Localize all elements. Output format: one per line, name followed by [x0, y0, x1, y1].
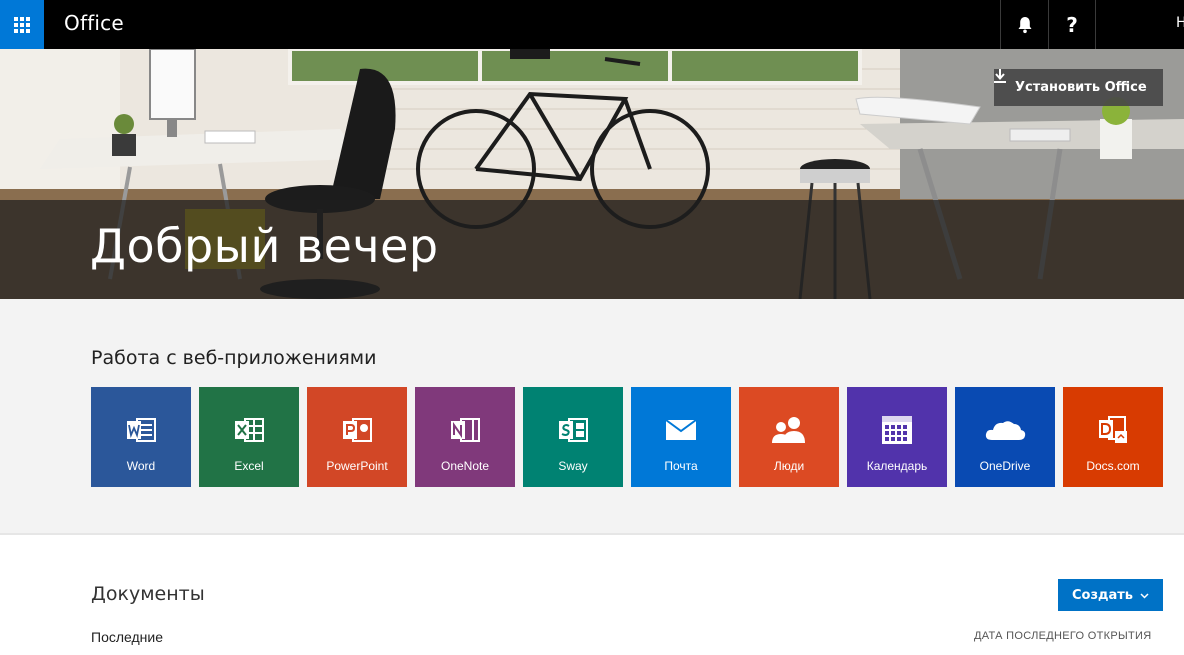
people-icon	[739, 413, 839, 447]
app-tiles: Word Excel PowerPoint OneNote Sway Почта…	[91, 387, 1163, 487]
bell-icon	[1018, 16, 1031, 33]
tile-label: OneNote	[440, 459, 490, 473]
docs-icon	[1063, 413, 1163, 447]
create-button[interactable]: Создать	[1058, 579, 1163, 611]
onenote-icon	[415, 413, 515, 447]
onedrive-icon	[955, 413, 1055, 447]
sway-icon	[523, 413, 623, 447]
tile-label: Почта	[664, 459, 698, 473]
tile-label: Календарь	[866, 459, 928, 473]
tile-excel[interactable]: Excel	[199, 387, 299, 487]
top-bar: Office ? Н	[0, 0, 1184, 49]
waffle-icon	[14, 16, 30, 33]
create-label: Создать	[1071, 587, 1134, 603]
app-launcher-button[interactable]	[0, 0, 44, 49]
install-office-label: Установить Office	[1015, 80, 1147, 95]
tile-label: Люди	[773, 459, 805, 473]
calendar-icon	[847, 413, 947, 447]
mail-icon	[631, 413, 731, 447]
tile-label: OneDrive	[979, 459, 1031, 473]
tile-mail[interactable]: Почта	[631, 387, 731, 487]
tile-word[interactable]: Word	[91, 387, 191, 487]
tile-sway[interactable]: Sway	[523, 387, 623, 487]
tile-powerpoint[interactable]: PowerPoint	[307, 387, 407, 487]
excel-icon	[199, 413, 299, 447]
web-apps-section: Работа с веб-приложениями Word Excel Pow…	[0, 299, 1184, 533]
notifications-button[interactable]	[1000, 0, 1048, 49]
tile-onenote[interactable]: OneNote	[415, 387, 515, 487]
install-office-button[interactable]: Установить Office	[994, 69, 1163, 106]
powerpoint-icon	[307, 413, 407, 447]
tile-calendar[interactable]: Календарь	[847, 387, 947, 487]
section-divider	[0, 533, 1184, 535]
tile-label: Sway	[558, 459, 588, 473]
tile-label: Docs.com	[1086, 459, 1140, 473]
recent-filter-label[interactable]: Последние	[91, 629, 163, 645]
hero-banner: Добрый вечер Установить Office	[0, 49, 1184, 299]
tile-label: Excel	[234, 459, 264, 473]
sort-by-date-header[interactable]: ДАТА ПОСЛЕДНЕГО ОТКРЫТИЯ	[974, 630, 1151, 642]
tile-people[interactable]: Люди	[739, 387, 839, 487]
tile-label: PowerPoint	[326, 459, 388, 473]
chevron-down-icon	[1140, 588, 1149, 603]
tile-docs[interactable]: Docs.com	[1063, 387, 1163, 487]
web-apps-title: Работа с веб-приложениями	[91, 347, 377, 369]
documents-title: Документы	[91, 583, 205, 605]
user-account-button[interactable]: Н	[1176, 15, 1184, 31]
help-icon: ?	[1066, 12, 1078, 37]
help-button[interactable]: ?	[1048, 0, 1096, 49]
tile-label: Word	[126, 459, 156, 473]
word-icon	[91, 413, 191, 447]
tile-onedrive[interactable]: OneDrive	[955, 387, 1055, 487]
greeting-heading: Добрый вечер	[90, 219, 439, 273]
brand-title[interactable]: Office	[64, 11, 124, 35]
